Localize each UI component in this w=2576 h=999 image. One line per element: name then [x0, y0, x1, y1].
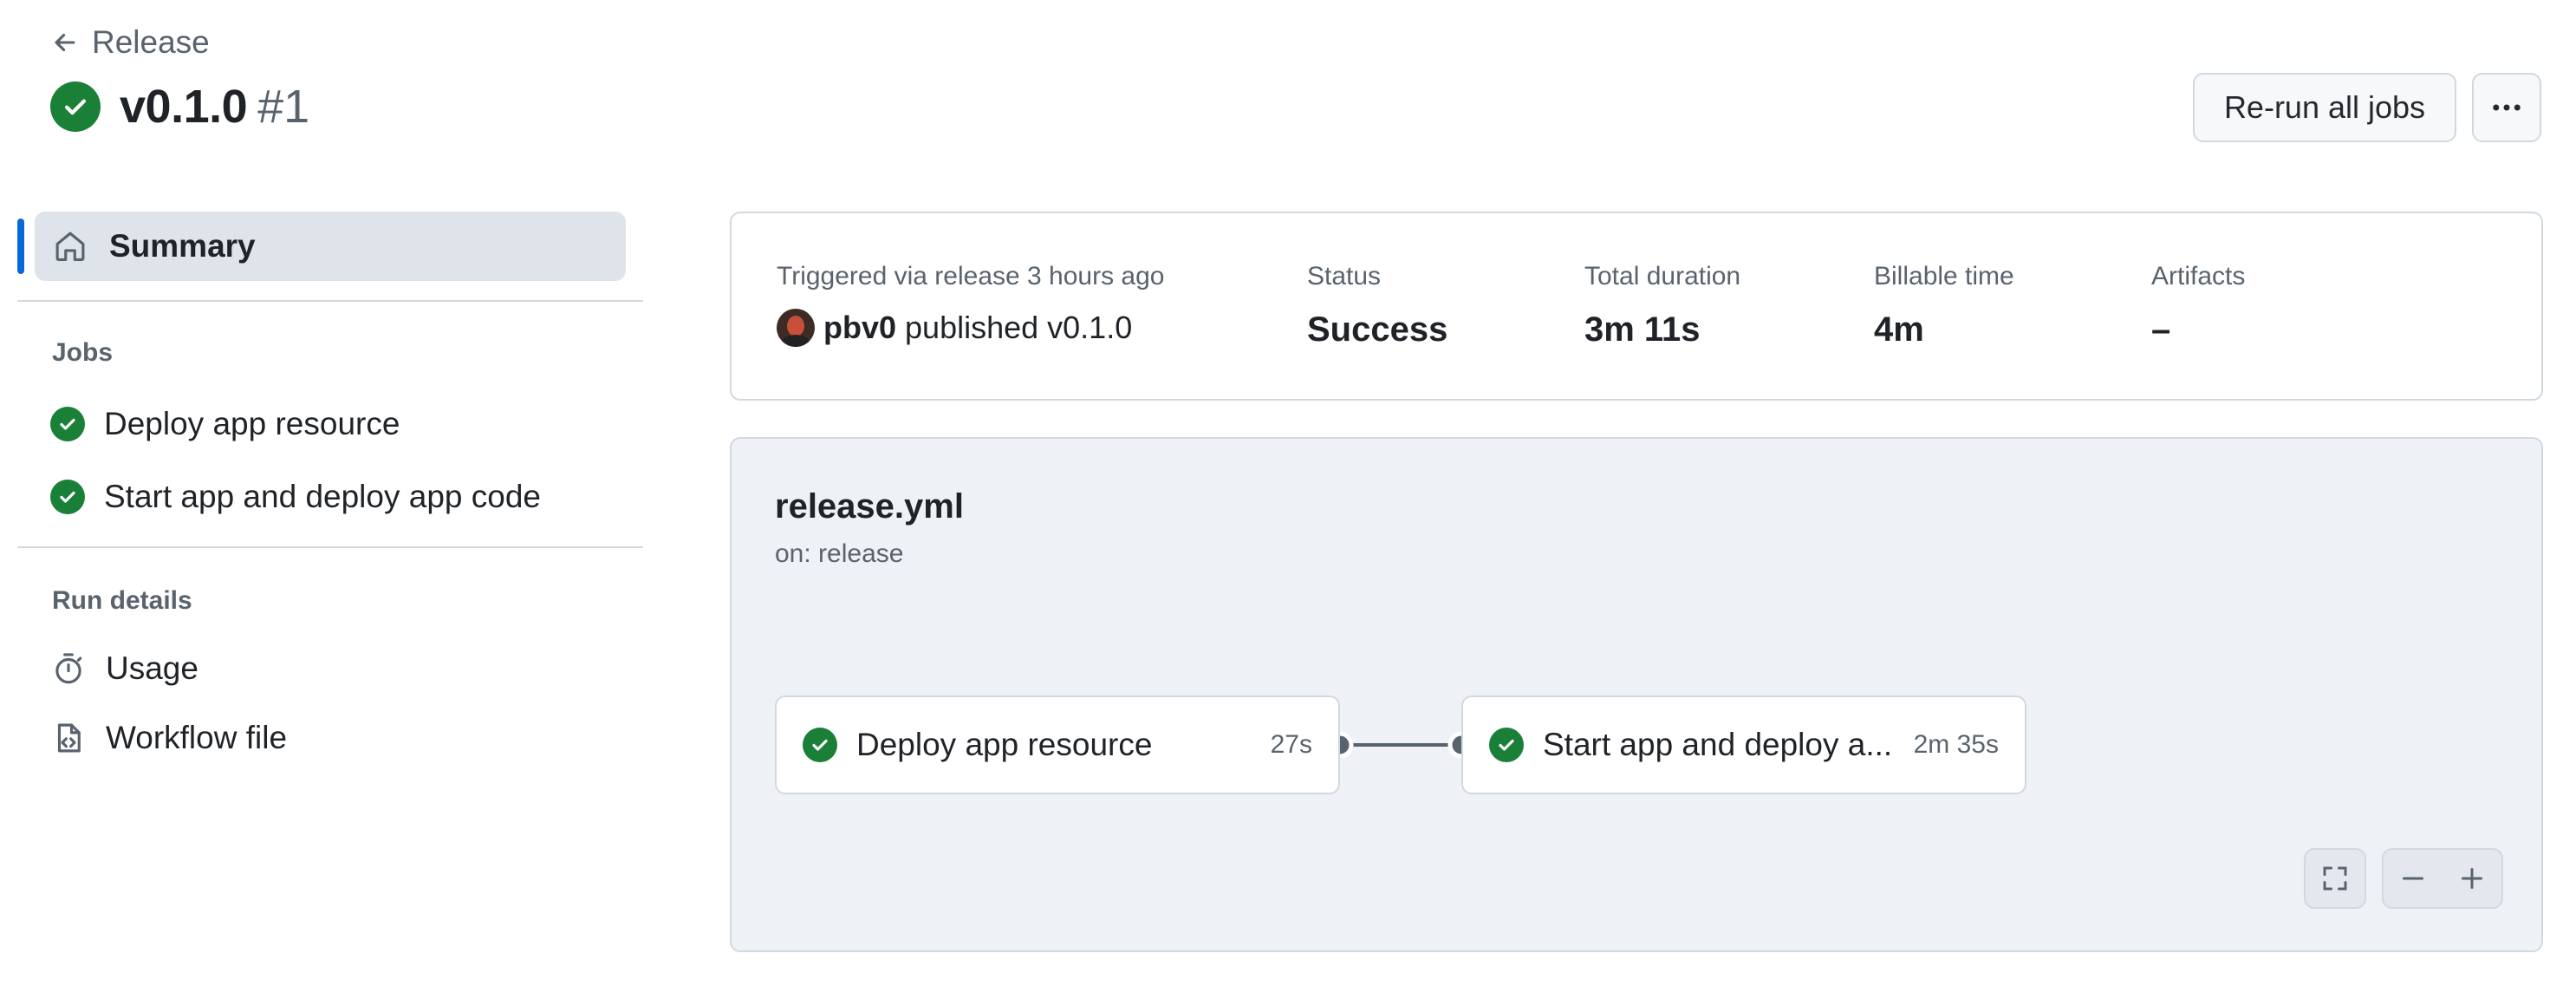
run-title-row: v0.1.0 #1: [50, 80, 309, 134]
success-check-icon: [50, 407, 85, 441]
workflow-trigger: on: release: [775, 539, 904, 568]
sidebar-item-workflow-file[interactable]: Workflow file: [50, 720, 287, 756]
trigger-label: Triggered via release 3 hours ago: [777, 262, 1165, 291]
kebab-horizontal-icon: [2493, 104, 2521, 111]
zoom-out-button[interactable]: [2384, 850, 2443, 907]
duration-label: Total duration: [1584, 262, 1741, 291]
home-icon: [55, 232, 85, 261]
stopwatch-icon: [55, 653, 82, 684]
trigger-info: Triggered via release 3 hours ago pbv0 p…: [777, 262, 1164, 347]
sidebar-divider: [17, 546, 643, 548]
graph-job-start-app[interactable]: Start app and deploy a... 2m 35s: [1461, 695, 2026, 794]
sidebar-item-label: Summary: [109, 228, 256, 264]
arrow-left-icon: [55, 33, 75, 52]
sidebar-job-deploy-app-resource[interactable]: Deploy app resource: [50, 406, 400, 442]
status-label: Status: [1307, 262, 1382, 291]
run-title: v0.1.0: [120, 81, 248, 133]
sidebar-item-label: Usage: [106, 650, 198, 686]
sidebar-item-label: Start app and deploy app code: [104, 479, 541, 514]
sidebar-item-usage[interactable]: Usage: [50, 650, 198, 687]
status-value: Success: [1307, 310, 1448, 349]
artifacts-info: Artifacts –: [2151, 262, 2245, 349]
workflow-run-page: Release v0.1.0 #1 Re-run all jobs Summary…: [0, 0, 2576, 999]
sidebar-job-start-app[interactable]: Start app and deploy app code: [50, 479, 541, 515]
job-duration: 27s: [1270, 730, 1312, 759]
trigger-user-link[interactable]: pbv0: [823, 310, 896, 346]
more-options-button[interactable]: [2472, 73, 2541, 142]
sidebar-item-label: Deploy app resource: [104, 406, 400, 441]
job-name: Deploy app resource: [856, 727, 1153, 762]
artifacts-label: Artifacts: [2151, 262, 2246, 291]
billable-value: 4m: [1874, 310, 1924, 349]
jobs-heading: Jobs: [52, 338, 114, 367]
file-code-icon: [57, 723, 81, 753]
run-details-heading: Run details: [52, 586, 192, 615]
graph-job-deploy-app-resource[interactable]: Deploy app resource 27s: [775, 695, 1340, 794]
fullscreen-button[interactable]: [2304, 848, 2366, 909]
job-duration: 2m 35s: [1913, 730, 1999, 759]
run-summary-card: Triggered via release 3 hours ago pbv0 p…: [730, 212, 2543, 401]
trigger-action: published v0.1.0: [905, 310, 1133, 345]
screen-full-icon: [2323, 866, 2347, 891]
billable-label: Billable time: [1874, 262, 2014, 291]
duration-value: 3m 11s: [1584, 310, 1701, 349]
sidebar-item-label: Workflow file: [106, 720, 288, 755]
success-check-icon: [50, 480, 85, 514]
back-to-workflow-link[interactable]: Release: [50, 24, 210, 61]
sidebar-item-summary[interactable]: Summary: [35, 212, 626, 281]
success-check-icon: [1489, 728, 1524, 762]
success-check-icon: [803, 728, 837, 762]
zoom-controls: [2382, 848, 2503, 909]
status-info: Status Success: [1307, 262, 1447, 349]
rerun-all-jobs-button[interactable]: Re-run all jobs: [2193, 73, 2456, 142]
avatar[interactable]: [777, 309, 815, 347]
artifacts-value: –: [2151, 310, 2171, 349]
zoom-in-button[interactable]: [2443, 850, 2501, 907]
duration-info: Total duration 3m 11s: [1584, 262, 1740, 349]
workflow-graph: release.yml on: release Deploy app resou…: [730, 437, 2543, 952]
plus-icon: [2462, 868, 2482, 889]
sidebar-divider: [17, 300, 643, 302]
job-name: Start app and deploy a...: [1543, 727, 1893, 762]
run-number: #1: [257, 81, 310, 133]
dash-icon: [2403, 877, 2423, 880]
nav-selected-indicator: [17, 219, 24, 274]
billable-info: Billable time 4m: [1874, 262, 2014, 349]
success-check-icon: [50, 82, 101, 132]
workflow-file-name: release.yml: [775, 487, 964, 526]
back-link-label: Release: [92, 24, 210, 60]
